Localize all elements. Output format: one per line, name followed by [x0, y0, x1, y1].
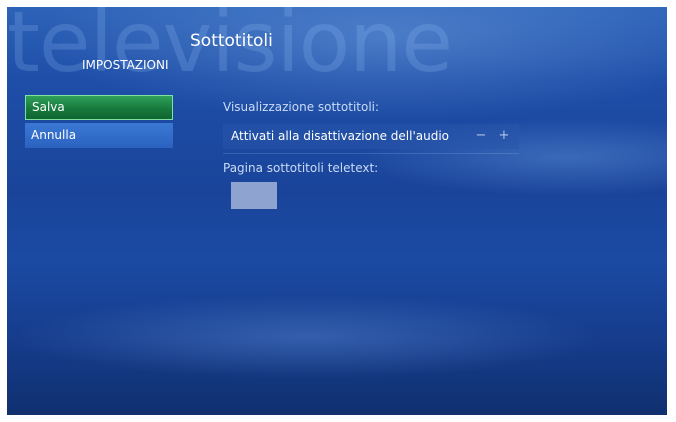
subtitles-display-label: Visualizzazione sottotitoli: [223, 100, 380, 114]
section-label: IMPOSTAZIONI [82, 58, 169, 72]
save-button[interactable]: Salva [25, 95, 173, 120]
subtitles-display-spinner[interactable]: Attivati alla disattivazione dell'audio … [223, 124, 519, 149]
decrease-button[interactable]: − [470, 124, 492, 149]
cancel-button[interactable]: Annulla [25, 123, 173, 148]
teletext-page-label: Pagina sottotitoli teletext: [223, 161, 379, 175]
teletext-page-input[interactable] [231, 182, 277, 209]
separator-line [223, 153, 519, 154]
increase-button[interactable]: + [493, 124, 515, 149]
page-title: Sottotitoli [190, 31, 273, 51]
media-center-screen: televisione Sottotitoli IMPOSTAZIONI Sal… [7, 7, 667, 415]
subtitles-display-value: Attivati alla disattivazione dell'audio [231, 129, 449, 143]
